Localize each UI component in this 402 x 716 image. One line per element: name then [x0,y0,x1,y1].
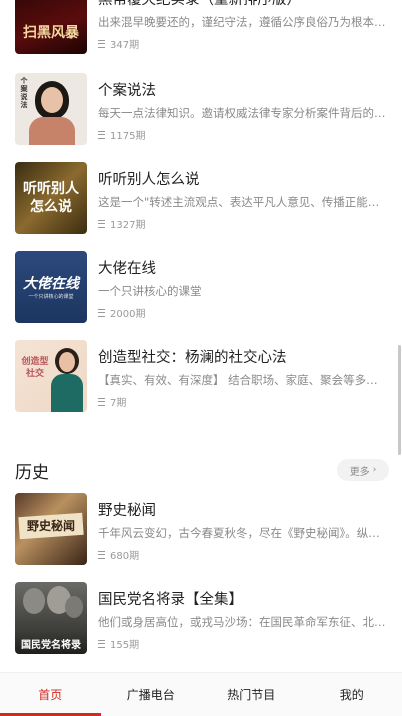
host-body [29,117,75,145]
episode-count: 7期 [98,394,126,409]
episode-count-text: 680期 [110,551,140,562]
host-face [59,352,75,372]
program-thumbnail: 个案说法 [15,73,87,145]
episode-count-text: 1175期 [110,131,146,142]
episode-count-text: 2000期 [110,309,146,320]
program-description: 【真实、有效、有深度】 结合职场、家庭、聚会等多个… [98,373,386,387]
thumbnail-text: 创造型社交 [21,357,49,379]
list-icon [98,550,105,559]
program-description: 每天一点法律知识。邀请权威法律专家分析案件背后的… [98,106,386,120]
program-thumbnail: 国民党名将录 [15,582,87,654]
more-button[interactable]: 更多 › [337,459,389,481]
thumbnail-text: 国民党名将录 [21,640,81,651]
host-face [41,87,63,113]
episode-count: 2000期 [98,305,145,320]
bottom-tab-bar: 首页 广播电台 热门节目 我的 [0,672,402,716]
list-icon [98,219,105,228]
program-description: 千年风云变幻，古今春夏秋冬，尽在《野史秘闻》。纵… [98,526,380,540]
program-item[interactable]: 听听别人怎么说 听听别人怎么说 这是一个"转述主流观点、表达平凡人意见、传播正能… [0,162,402,238]
thumbnail-text: 听听别人怎么说 [23,181,79,215]
program-item[interactable]: 野史秘闻 野史秘闻 千年风云变幻，古今春夏秋冬，尽在《野史秘闻》。纵… 680期 [0,493,402,569]
episode-count: 680期 [98,547,139,562]
chevron-right-icon: › [372,465,377,475]
program-thumbnail: 听听别人怎么说 [15,162,87,234]
thumbnail-text: 扫黑风暴 [23,25,79,41]
program-description: 一个只讲核心的课堂 [98,284,202,298]
program-item[interactable]: 大佬在线 一个只讲核心的课堂 大佬在线 一个只讲核心的课堂 2000期 [0,251,402,327]
program-item[interactable]: 创造型社交 创造型社交：杨澜的社交心法 【真实、有效、有深度】 结合职场、家庭、… [0,340,402,416]
program-description: 这是一个"转述主流观点、表达平凡人意见、传播正能… [98,195,380,209]
program-description: 他们或身居高位，或戎马沙场：在国民革命军东征、北… [98,615,386,629]
episode-count: 1175期 [98,127,145,142]
program-title: 听听别人怎么说 [98,172,200,188]
section-title-history: 历史 [15,463,49,483]
program-thumbnail: 大案 扫黑风暴 [15,0,87,54]
program-title: 个案说法 [98,83,156,99]
portrait [65,596,83,618]
program-title: 大佬在线 [98,261,156,277]
list-icon [98,39,105,48]
program-description: 出来混早晚要还的，谨纪守法，遵循公序良俗乃为根本… [98,15,386,29]
tab-home[interactable]: 首页 [0,673,101,716]
list-icon [98,308,105,317]
thumbnail-text: 野史秘闻 [26,519,75,533]
tab-hot-programs[interactable]: 热门节目 [201,673,302,716]
program-title: 野史秘闻 [98,503,156,519]
program-item[interactable]: 个案说法 个案说法 每天一点法律知识。邀请权威法律专家分析案件背后的… 1175… [0,73,402,149]
program-item[interactable]: 国民党名将录 国民党名将录【全集】 他们或身居高位，或戎马沙场：在国民革命军东征… [0,582,402,658]
episode-count-text: 347期 [110,40,140,51]
episode-count-text: 7期 [110,398,127,409]
tab-radio[interactable]: 广播电台 [101,673,202,716]
program-title: 国民党名将录【全集】 [98,592,243,608]
program-thumbnail: 创造型社交 [15,340,87,412]
scrollbar[interactable] [398,345,401,455]
episode-count-text: 1327期 [110,220,146,231]
portrait [23,588,45,614]
program-title: 黑帮覆灭纪实录（重新排序版） [98,0,301,8]
list-icon [98,397,105,406]
program-title: 创造型社交：杨澜的社交心法 [98,350,287,366]
content-scroll[interactable]: 大案 扫黑风暴 黑帮覆灭纪实录（重新排序版） 出来混早晚要还的，谨纪守法，遵循公… [0,0,402,670]
tab-mine[interactable]: 我的 [302,673,402,716]
program-thumbnail: 大佬在线 一个只讲核心的课堂 [15,251,87,323]
thumbnail-subtext: 一个只讲核心的课堂 [28,294,74,300]
episode-count: 1327期 [98,216,145,231]
list-icon [98,130,105,139]
episode-count: 347期 [98,36,139,51]
thumbnail-text: 大佬在线 [23,276,79,292]
episode-count-text: 155期 [110,640,140,651]
host-body [51,374,83,412]
list-icon [98,639,105,648]
program-thumbnail: 野史秘闻 [15,493,87,565]
more-button-label: 更多 [349,466,370,478]
thumbnail-text: 大案 [15,0,87,1]
program-item[interactable]: 大案 扫黑风暴 黑帮覆灭纪实录（重新排序版） 出来混早晚要还的，谨纪守法，遵循公… [0,0,402,58]
thumbnail-text: 个案说法 [20,76,28,109]
episode-count: 155期 [98,636,139,651]
